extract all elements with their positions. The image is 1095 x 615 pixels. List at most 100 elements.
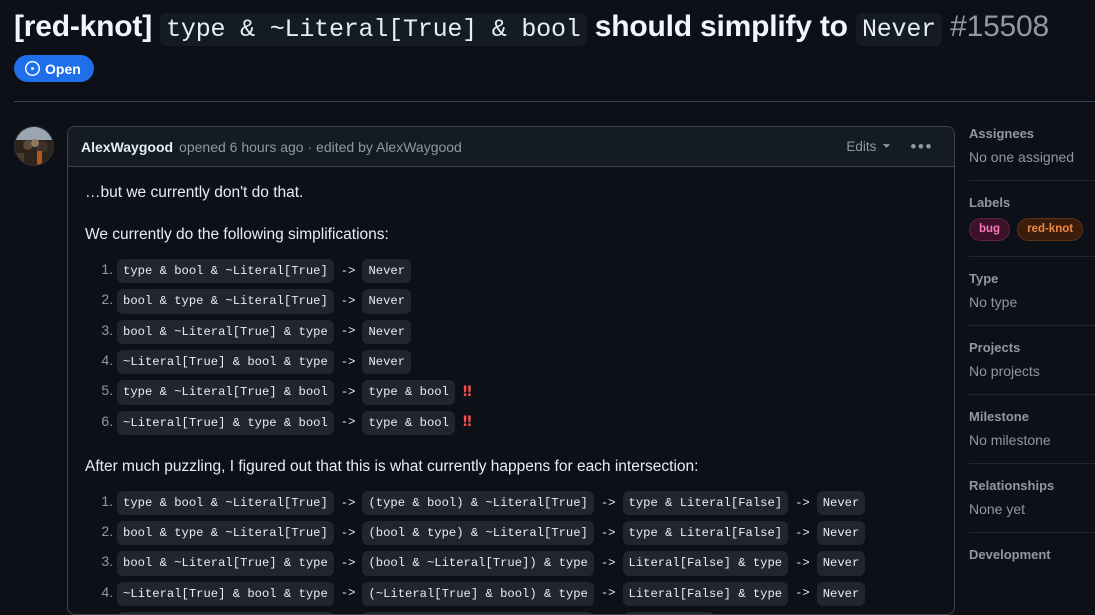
code-span: (~Literal[True] & bool) & type: [362, 581, 594, 607]
arrow-separator: ->: [340, 324, 356, 339]
sidebar-section-assignees: Assignees No one assigned: [955, 126, 1095, 165]
comment-meta: opened 6 hours ago · edited by AlexWaygo…: [179, 138, 462, 155]
arrow-separator: ->: [795, 586, 810, 601]
avatar[interactable]: [14, 126, 54, 166]
status-badge-label: Open: [45, 60, 81, 77]
arrow-separator: ->: [340, 586, 356, 601]
paragraph-3: After much puzzling, I figured out that …: [85, 457, 699, 475]
list-item-line: bool & ~Literal[True] & type -> Never: [117, 319, 937, 344]
code-span: (type & bool) & ~Literal[True]: [362, 490, 594, 516]
simplifications-list: type & bool & ~Literal[True]->Neverbool …: [85, 259, 937, 435]
relationships-value[interactable]: None yet: [969, 501, 1095, 517]
sidebar-section-development: Development: [955, 547, 1095, 562]
arrow-separator: ->: [795, 495, 810, 510]
code-span: bool & type & ~Literal[True]: [117, 521, 334, 546]
list-item-line: ~Literal[True] & type & bool -> type & boo…: [117, 410, 937, 435]
arrow-separator: ->: [340, 415, 356, 430]
list-item: ~Literal[True] & type & bool -> type & boo…: [117, 410, 937, 435]
comment-author[interactable]: AlexWaygood: [81, 139, 173, 155]
intersection-behavior-list: type & bool & ~Literal[True] -> (type & bo…: [85, 490, 937, 614]
code-span: Literal[False] & type: [622, 551, 789, 576]
list-item-line: type & bool & ~Literal[True] -> (type & bo…: [117, 490, 937, 516]
label-pill[interactable]: red-knot: [1017, 218, 1084, 242]
code-span: ~Literal[True] & type & bool: [117, 410, 334, 435]
divider: [969, 325, 1095, 327]
arrow-separator: ->: [600, 495, 616, 510]
code-span: Never: [362, 349, 412, 375]
divider: [969, 180, 1095, 181]
code-span: type & Literal[False]: [622, 521, 789, 546]
conversation-column: AlexWaygood opened 6 hours ago · edited …: [0, 110, 955, 615]
label-pill[interactable]: bug: [969, 218, 1011, 242]
sidebar-section-projects: Projects No projects: [955, 340, 1095, 379]
arrow-separator: ->: [600, 586, 616, 601]
paragraph-2: We currently do the following simplifica…: [85, 226, 389, 244]
divider: [969, 532, 1095, 534]
sidebar-section-type: Type No type: [955, 271, 1095, 310]
list-item: type & bool & ~Literal[True] -> Never: [117, 259, 937, 284]
code-span: Never: [362, 319, 412, 344]
arrow-separator: ->: [340, 354, 356, 369]
type-value[interactable]: No type: [969, 294, 1095, 310]
code-span: type & bool: [362, 410, 455, 435]
code-span: type & bool & ~Literal[True]: [117, 259, 334, 284]
development-title: Development: [969, 547, 1051, 563]
kebab-horizontal-icon[interactable]: •••: [902, 138, 941, 155]
arrow-separator: ->: [340, 525, 356, 540]
paragraph-1: …but we currently don't do that.: [85, 184, 304, 201]
arrow-separator: ->: [340, 263, 356, 278]
code-span: Never: [816, 490, 866, 516]
relationships-title: Relationships: [969, 478, 1055, 494]
code-span: bool & ~Literal[True] & type: [117, 319, 334, 344]
divider: [969, 394, 1095, 396]
arrow-separator: ->: [600, 556, 616, 571]
list-item: ~Literal[True] & bool & type -> (~Literal[…: [117, 581, 937, 607]
edits-dropdown-button[interactable]: Edits: [842, 137, 896, 156]
list-item-line: bool & ~Literal[True] & type -> (bool & ~L…: [117, 551, 937, 576]
arrow-separator: ->: [340, 495, 356, 510]
arrow-separator: ->: [340, 384, 356, 399]
code-span: type & bool & ~Literal[True]: [117, 490, 334, 516]
assignees-title: Assignees: [969, 126, 1035, 141]
projects-title: Projects: [969, 340, 1021, 356]
arrow-separator: ->: [795, 525, 810, 540]
list-item: bool & type & ~Literal[True] -> (bool & ty…: [117, 521, 937, 546]
list-item-line: bool & type & ~Literal[True] -> (bool & ty…: [117, 521, 937, 546]
code-span: type & bool: [362, 380, 455, 405]
title-middle-text: should simplify to: [586, 10, 856, 43]
list-item: bool & ~Literal[True] & type -> (bool & ~L…: [117, 551, 937, 576]
divider: [969, 256, 1095, 258]
arrow-separator: ->: [795, 556, 810, 571]
sidebar-section-labels: Labels bug red-knot: [955, 195, 1095, 242]
code-span: ~Literal[True] & bool & type: [117, 349, 334, 375]
chevron-down-icon: [881, 139, 892, 154]
labels-title: Labels: [969, 195, 1011, 210]
title-code-span-2: Never: [855, 13, 942, 46]
code-span: Never: [816, 521, 866, 546]
code-span: bool & ~Literal[True] & type: [117, 551, 334, 576]
projects-value[interactable]: No projects: [969, 363, 1095, 379]
warning-emoji: ‼: [462, 383, 472, 400]
milestone-value[interactable]: No milestone: [969, 432, 1095, 448]
assignees-value[interactable]: No one assigned: [969, 149, 1095, 165]
code-span: Never: [816, 581, 866, 607]
issue-state-row: Open: [0, 46, 1095, 83]
list-item: bool & type & ~Literal[True] -> Never: [117, 289, 937, 314]
list-item-line: bool & type & ~Literal[True] -> Never: [117, 289, 937, 314]
sidebar-section-relationships: Relationships None yet: [955, 478, 1095, 517]
code-span: bool & type & ~Literal[True]: [117, 289, 334, 314]
list-item: type & ~Literal[True] & bool -> type & boo…: [117, 380, 937, 405]
labels-list: bug red-knot: [969, 218, 1095, 242]
issue-number: [942, 10, 950, 43]
list-item: type & bool & ~Literal[True] -> (type & bo…: [117, 490, 937, 516]
list-item-line: type & bool & ~Literal[True] -> Never: [117, 259, 937, 284]
code-span: type & Literal[False]: [622, 490, 789, 516]
milestone-title: Milestone: [969, 409, 1029, 425]
arrow-separator: ->: [600, 525, 616, 540]
comment-header: AlexWaygood opened 6 hours ago · edited …: [68, 127, 954, 167]
code-span: (bool & ~Literal[True]) & type: [362, 551, 594, 576]
issue-header: [red-knot] type & ~Literal[True] & bool …: [0, 0, 1095, 46]
header-divider: [14, 101, 1095, 102]
status-badge-open[interactable]: Open: [14, 55, 94, 83]
issue-content: AlexWaygood opened 6 hours ago · edited …: [0, 110, 1095, 615]
